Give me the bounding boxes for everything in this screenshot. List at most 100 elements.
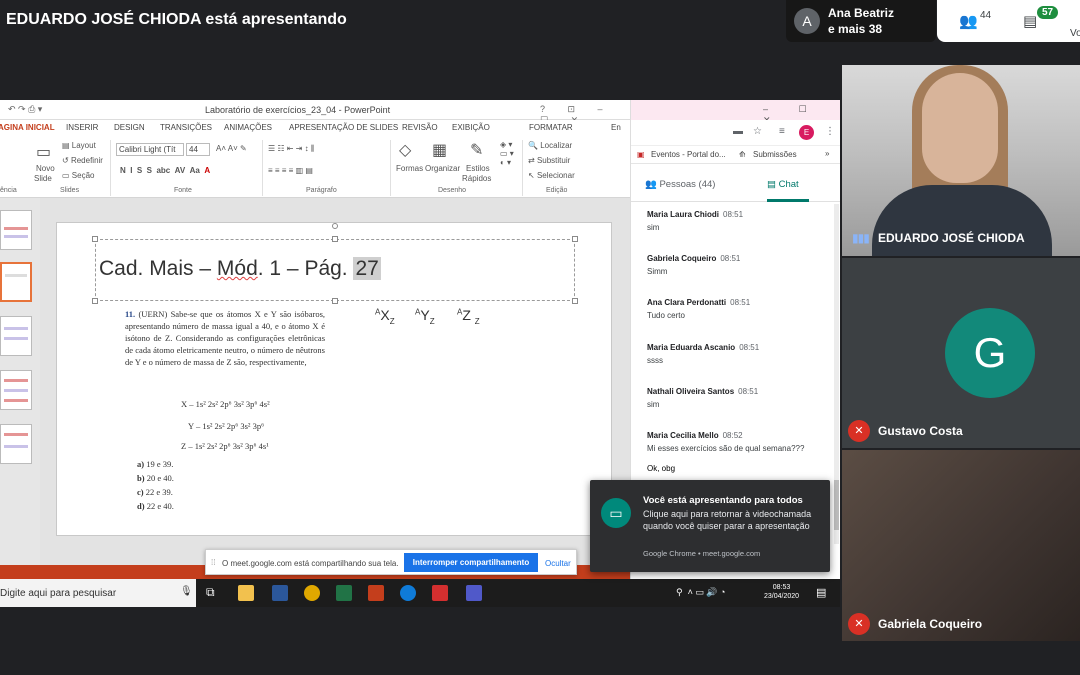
estilos-label-2[interactable]: Rápidos	[462, 174, 491, 183]
resize-handle[interactable]	[92, 298, 98, 304]
slide-thumbnail-selected[interactable]	[0, 262, 32, 302]
tab-people-label: Pessoas (44)	[659, 179, 716, 190]
taskbar-clock[interactable]: 08:53 23/04/2020	[764, 583, 799, 601]
tab-animacoes[interactable]: ANIMAÇÕES	[224, 123, 272, 132]
hide-button[interactable]: Ocultar	[545, 559, 571, 568]
tab-transicoes[interactable]: TRANSIÇÕES	[160, 123, 212, 132]
meet-window: EDUARDO JOSÉ CHIODA está apresentando A …	[0, 0, 1080, 675]
file-explorer-icon[interactable]	[238, 585, 254, 601]
edge-icon[interactable]	[400, 585, 416, 601]
bookmark-submissoes[interactable]: Submissões	[753, 150, 797, 159]
participant-tile-gustavo[interactable]: G ✕ Gustavo Costa	[842, 258, 1080, 448]
estilos-label[interactable]: Estilos	[466, 164, 490, 173]
font-name-select[interactable]: Calibri Light (Tít	[116, 143, 184, 156]
playlist-icon[interactable]: ≡	[779, 126, 785, 137]
tab-exibicao[interactable]: EXIBIÇÃO	[452, 123, 490, 132]
chat-icon[interactable]: ▤	[1023, 12, 1037, 30]
mic-off-icon: ✕	[848, 613, 870, 635]
resize-handle[interactable]	[572, 298, 578, 304]
layout-button[interactable]: ▤ Layout	[62, 141, 96, 150]
tab-pagina-inicial[interactable]: AGINA INICIAL	[0, 123, 55, 132]
new-slide-icon[interactable]: ▭	[36, 142, 51, 162]
secao-button[interactable]: ▭ Seção	[62, 171, 94, 180]
stop-sharing-button[interactable]: Interromper compartilhamento	[404, 553, 538, 572]
slide-thumbnail[interactable]	[0, 316, 32, 356]
mic-icon[interactable]: 🎙	[180, 586, 193, 597]
top-participants-summary[interactable]: A Ana Beatriz e mais 38	[786, 0, 936, 42]
presenting-notification[interactable]: ▭ Você está apresentando para todos Cliq…	[590, 480, 830, 572]
bookmark-eventos[interactable]: Eventos - Portal do...	[651, 150, 726, 159]
formas-label[interactable]: Formas	[396, 164, 423, 173]
slide-title[interactable]: Cad. Mais – Mód. 1 – Pág. 27	[99, 257, 381, 281]
presentation-icon: ▭	[601, 498, 631, 528]
drag-handle-icon[interactable]: ⁞⁞	[211, 558, 215, 567]
people-icon[interactable]: 👥	[959, 12, 978, 30]
slide-canvas[interactable]: Cad. Mais – Mód. 1 – Pág. 27 11. (UERN) …	[56, 222, 612, 536]
teams-icon[interactable]	[466, 585, 482, 601]
taskbar-search-placeholder: Digite aqui para pesquisar	[0, 588, 117, 599]
resize-handle[interactable]	[332, 236, 338, 242]
chat-scrollbar-thumb[interactable]	[834, 480, 839, 530]
ppt-ribbon-tabs: AGINA INICIAL INSERIR DESIGN TRANSIÇÕES …	[0, 120, 630, 136]
new-slide-label-2[interactable]: Slide	[34, 174, 52, 183]
tab-revisao[interactable]: REVISÃO	[402, 123, 438, 132]
slide-thumbnail[interactable]	[0, 424, 32, 464]
cast-icon[interactable]: ▬	[733, 126, 743, 137]
notifications-icon[interactable]: ▤	[816, 586, 826, 599]
chat-message: Maria Laura Chiodi 08:51 sim	[647, 210, 744, 232]
excel-icon[interactable]	[336, 585, 352, 601]
selecionar-button[interactable]: ↖ Selecionar	[528, 171, 575, 180]
system-tray-icons[interactable]: ⚲ ˄ ▭ 🔊 ◔	[676, 587, 731, 598]
redefinir-button[interactable]: ↺ Redefinir	[62, 156, 103, 165]
group-label-paragrafo: Parágrafo	[306, 187, 337, 194]
fill-icons[interactable]: ◈ ▾ ▭ ▾ ◐ ▾	[500, 140, 514, 167]
font-grow-icon[interactable]: A˄ A˅ ✎	[216, 144, 247, 153]
tab-en[interactable]: En	[611, 123, 621, 132]
taskbar-search[interactable]: Digite aqui para pesquisar 🎙	[0, 579, 196, 607]
align-icons[interactable]: ≡ ≡ ≡ ≡ ▥ ▤	[268, 166, 313, 175]
tab-apresentacao[interactable]: APRESENTAÇÃO DE SLIDES	[289, 123, 398, 132]
quick-styles-icon[interactable]: ✎	[470, 140, 483, 160]
secao-label: Seção	[71, 171, 95, 180]
shapes-icon[interactable]: ◇	[399, 140, 411, 160]
task-view-icon[interactable]: ⧉	[206, 585, 222, 601]
participant-name: Gabriela Coqueiro	[878, 617, 983, 631]
arrange-icon[interactable]: ▦	[432, 140, 447, 160]
group-label-desenho: Desenho	[438, 187, 467, 194]
word-icon[interactable]	[272, 585, 288, 601]
presenter-banner: EDUARDO JOSÉ CHIODA está apresentando	[6, 11, 347, 28]
font-format-icons[interactable]: N I S S abc AV Aa A	[120, 166, 210, 175]
tab-formatar[interactable]: FORMATAR	[529, 123, 573, 132]
acrobat-icon[interactable]	[432, 585, 448, 601]
formula-x: X – 1s² 2s² 2p⁶ 3s² 3p⁶ 4s²	[181, 399, 270, 409]
menu-icon[interactable]: ⋮	[825, 126, 835, 137]
more-bookmarks-icon[interactable]: »	[825, 149, 829, 158]
substituir-button[interactable]: ⇄ Substituir	[528, 156, 570, 165]
organizar-label[interactable]: Organizar	[425, 164, 460, 173]
tab-inserir[interactable]: INSERIR	[66, 123, 98, 132]
localizar-button[interactable]: 🔍 Localizar	[528, 141, 572, 150]
participant-tile-gabriela[interactable]: ✕ Gabriela Coqueiro	[842, 450, 1080, 641]
slide-thumbnail[interactable]	[0, 210, 32, 250]
profile-avatar[interactable]: E	[799, 125, 814, 140]
star-icon[interactable]: ☆	[753, 126, 762, 137]
quick-access-icons[interactable]: ↶ ↷ ⎙ ▾	[8, 104, 42, 115]
tab-people[interactable]: 👥 Pessoas (44)	[645, 179, 715, 190]
chat-message: Nathali Oliveira Santos 08:51 sim	[647, 387, 759, 409]
participant-tile-eduardo[interactable]: ▮▮▮ EDUARDO JOSÉ CHIODA	[842, 65, 1080, 256]
chrome-icon[interactable]	[304, 585, 320, 601]
font-size-select[interactable]: 44	[186, 143, 210, 156]
participant-video-face	[922, 73, 998, 183]
slide-thumbnail[interactable]	[0, 370, 32, 410]
resize-handle[interactable]	[92, 236, 98, 242]
resize-handle[interactable]	[332, 298, 338, 304]
new-slide-label[interactable]: Novo	[36, 164, 55, 173]
resize-handle[interactable]	[572, 236, 578, 242]
powerpoint-icon[interactable]	[368, 585, 384, 601]
bullets-icon[interactable]: ☰ ☷ ⇤ ⇥ ↕ ⫼	[268, 144, 315, 154]
tab-design[interactable]: DESIGN	[114, 123, 145, 132]
tab-chat[interactable]: ▤ Chat	[767, 179, 799, 190]
ppt-ribbon: ▭ Novo Slide ▤ Layout ↺ Redefinir ▭ Seçã…	[0, 136, 630, 198]
notification-heading: Você está apresentando para todos	[643, 495, 803, 506]
rotate-handle[interactable]	[332, 223, 338, 229]
